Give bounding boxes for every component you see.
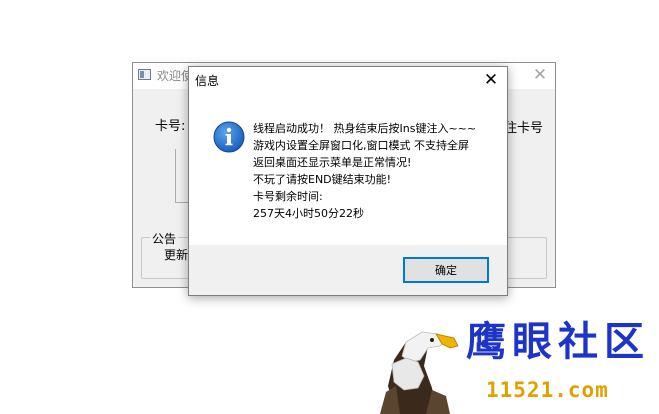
info-icon: [213, 121, 245, 153]
dialog-footer: 确定: [189, 245, 507, 295]
dialog-title: 信息: [195, 74, 220, 88]
watermark-logo-text: 鹰眼社区: [466, 318, 650, 365]
dialog-titlebar[interactable]: 信息 ✕: [189, 67, 507, 93]
watermark-url: 11521.com: [486, 378, 609, 402]
eagle-logo-icon: [380, 331, 459, 414]
ok-button[interactable]: 确定: [403, 257, 489, 283]
dialog-message-line: 游戏内设置全屏窗口化,窗口模式 不支持全屏: [253, 139, 469, 152]
dialog-message-line: 257天4小时50分22秒: [253, 207, 364, 220]
app-window-icon: [138, 69, 151, 80]
dialog-close-icon[interactable]: ✕: [479, 68, 503, 92]
dialog-message-line: 线程启动成功！ 热身结束后按Ins键注入~~~: [253, 122, 477, 135]
notice-text: 更新: [164, 248, 189, 262]
dialog-message-line: 卡号剩余时间:: [253, 190, 323, 203]
notice-legend: 公告: [150, 230, 179, 247]
info-dialog: 信息 ✕ 线程启动成功！ 热身结束后按Ins键注入~~~ 游戏内设置全屏窗口化,…: [188, 66, 508, 296]
dialog-message-line: 返回桌面还显示菜单是正常情况!: [253, 156, 412, 169]
dialog-message: 线程启动成功！ 热身结束后按Ins键注入~~~ 游戏内设置全屏窗口化,窗口模式 …: [253, 120, 503, 222]
dialog-message-line: 不玩了请按END键结束功能!: [253, 173, 392, 186]
main-window-close-icon[interactable]: ✕: [529, 64, 551, 86]
remember-card-label[interactable]: 住卡号: [504, 117, 543, 136]
card-number-label: 卡号:: [155, 119, 186, 134]
